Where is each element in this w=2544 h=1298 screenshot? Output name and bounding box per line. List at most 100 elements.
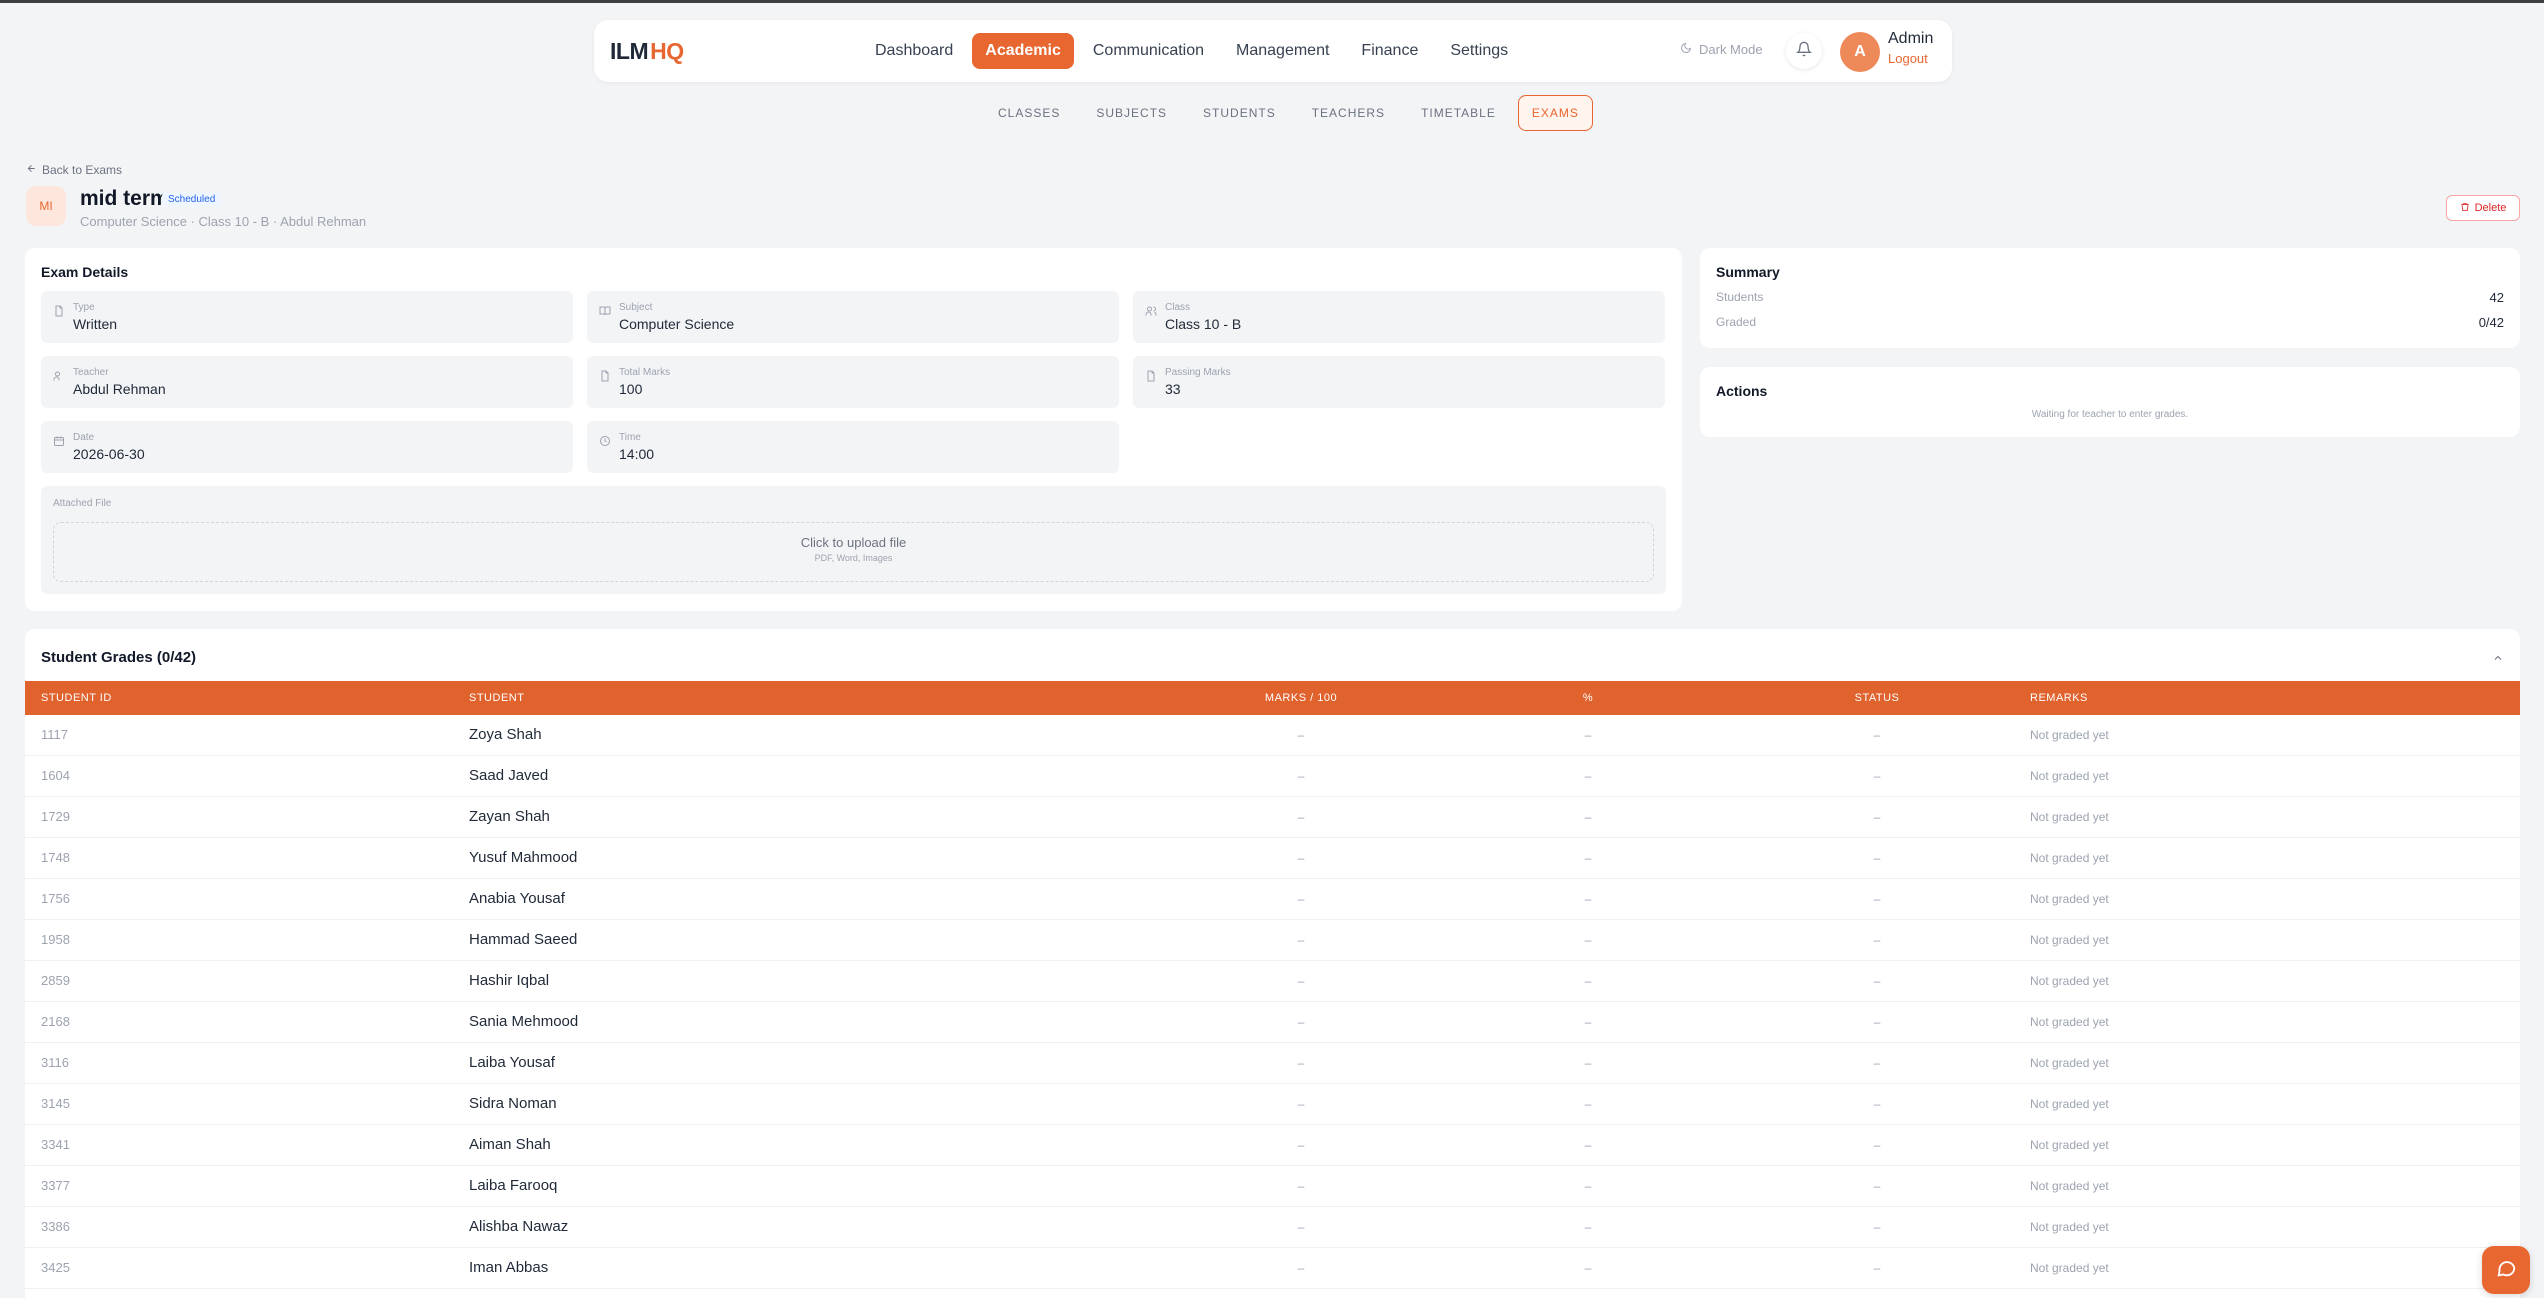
dark-mode-toggle[interactable]: Dark Mode [1680,42,1763,57]
file-upload-dropzone[interactable]: Click to upload file PDF, Word, Images [53,522,1654,582]
table-row[interactable]: 1604 Saad Javed – – – Not graded yet [25,756,2520,797]
percent-cell: – [1584,810,1592,824]
table-row[interactable]: 1748 Yusuf Mahmood – – – Not graded yet [25,838,2520,879]
marks-cell: – [1297,728,1305,742]
field-label: Time [619,432,641,443]
table-row[interactable]: 2859 Hashir Iqbal – – – Not graded yet [25,961,2520,1002]
col-status[interactable]: STATUS [1837,681,1917,715]
graded-label: Graded [1716,315,1757,329]
user-name: Admin [1888,30,1934,47]
table-row[interactable]: 3377 Laiba Farooq – – – Not graded yet [25,1166,2520,1207]
field-passing-marks: Passing Marks 33 [1133,356,1665,408]
table-row[interactable]: 3341 Aiman Shah – – – Not graded yet [25,1125,2520,1166]
notifications-button[interactable] [1786,33,1822,69]
status-cell: – [1873,1138,1881,1152]
nav-management[interactable]: Management [1223,33,1342,69]
status-cell: – [1873,974,1881,988]
nav-dashboard[interactable]: Dashboard [862,33,966,69]
users-icon [1145,304,1157,322]
back-to-exams-link[interactable]: Back to Exams [26,163,122,177]
student-name-cell: Sania Mehmood [469,1013,579,1030]
field-time: Time 14:00 [587,421,1119,473]
field-label: Total Marks [619,367,671,378]
exam-details-card: Exam Details Type Written Subject Comput… [25,248,1682,611]
field-label: Subject [619,302,653,313]
col-percent[interactable]: % [1558,681,1618,715]
remarks-cell: Not graded yet [2030,892,2109,906]
upload-text: Click to upload file [800,535,907,550]
col-student[interactable]: STUDENT [469,681,524,715]
remarks-cell: Not graded yet [2030,1179,2109,1193]
table-row[interactable]: 1117 Zoya Shah – – – Not graded yet [25,715,2520,756]
table-row[interactable]: 2168 Sania Mehmood – – – Not graded yet [25,1002,2520,1043]
remarks-cell: Not graded yet [2030,1138,2109,1152]
main-nav: Dashboard Academic Communication Managem… [862,33,1521,69]
file-icon [599,369,611,387]
table-row[interactable]: 1756 Anabia Yousaf – – – Not graded yet [25,879,2520,920]
table-row[interactable]: 1958 Hammad Saeed – – – Not graded yet [25,920,2520,961]
calendar-icon [53,434,65,452]
tab-teachers[interactable]: TEACHERS [1298,95,1399,131]
top-nav: ILMHQ Dashboard Academic Communication M… [594,20,1952,82]
nav-communication[interactable]: Communication [1080,33,1217,69]
percent-cell: – [1584,769,1592,783]
col-remarks[interactable]: REMARKS [2030,681,2088,715]
tab-exams[interactable]: EXAMS [1517,95,1593,131]
tab-classes[interactable]: CLASSES [984,95,1074,131]
field-type: Type Written [41,291,573,343]
status-cell: – [1873,1015,1881,1029]
table-row[interactable]: 3425 Iman Abbas – – – Not graded yet [25,1248,2520,1289]
table-row[interactable]: 3145 Sidra Noman – – – Not graded yet [25,1084,2520,1125]
table-row[interactable]: 3386 Alishba Nawaz – – – Not graded yet [25,1207,2520,1248]
status-cell: – [1873,892,1881,906]
logo[interactable]: ILMHQ [610,38,684,65]
table-row[interactable]: 1729 Zayan Shah – – – Not graded yet [25,797,2520,838]
col-student-id[interactable]: STUDENT ID [41,681,112,715]
nav-academic[interactable]: Academic [972,33,1074,69]
table-row[interactable]: 3116 Laiba Yousaf – – – Not graded yet [25,1043,2520,1084]
student-id-cell: 3145 [41,1096,70,1111]
field-value: 14:00 [619,446,655,462]
marks-cell: – [1297,892,1305,906]
col-marks[interactable]: MARKS / 100 [1251,681,1351,715]
status-cell: – [1873,1261,1881,1275]
tab-subjects[interactable]: SUBJECTS [1082,95,1181,131]
student-name-cell: Zoya Shah [469,726,542,743]
field-class: Class Class 10 - B [1133,291,1665,343]
logout-link[interactable]: Logout [1888,51,1933,66]
marks-cell: – [1297,1097,1305,1111]
nav-settings[interactable]: Settings [1437,33,1521,69]
status-cell: – [1873,1056,1881,1070]
clock-icon [599,434,611,452]
tab-students[interactable]: STUDENTS [1189,95,1290,131]
chat-button[interactable] [2482,1246,2530,1294]
tab-timetable[interactable]: TIMETABLE [1407,95,1510,131]
actions-message: Waiting for teacher to enter grades. [2031,409,2189,420]
marks-cell: – [1297,933,1305,947]
student-id-cell: 1117 [41,727,68,742]
field-value: 33 [1165,381,1181,397]
percent-cell: – [1584,1097,1592,1111]
exam-badge: MI [26,186,66,226]
status-cell: – [1873,1179,1881,1193]
delete-button[interactable]: Delete [2446,195,2520,221]
remarks-cell: Not graded yet [2030,769,2109,783]
marks-cell: – [1297,1056,1305,1070]
status-cell: – [1873,1097,1881,1111]
chevron-up-icon[interactable] [2492,651,2504,669]
user-menu: Admin Logout [1888,30,1933,66]
field-label: Passing Marks [1165,367,1231,378]
percent-cell: – [1584,1138,1592,1152]
field-label: Date [73,432,95,443]
book-icon [599,304,611,322]
field-subject: Subject Computer Science [587,291,1119,343]
avatar[interactable]: A [1840,32,1880,72]
remarks-cell: Not graded yet [2030,851,2109,865]
nav-finance[interactable]: Finance [1348,33,1431,69]
student-id-cell: 3116 [41,1055,69,1070]
percent-cell: – [1584,933,1592,947]
remarks-cell: Not graded yet [2030,728,2109,742]
marks-cell: – [1297,1261,1305,1275]
student-id-cell: 3377 [41,1178,70,1193]
remarks-cell: Not graded yet [2030,1220,2109,1234]
